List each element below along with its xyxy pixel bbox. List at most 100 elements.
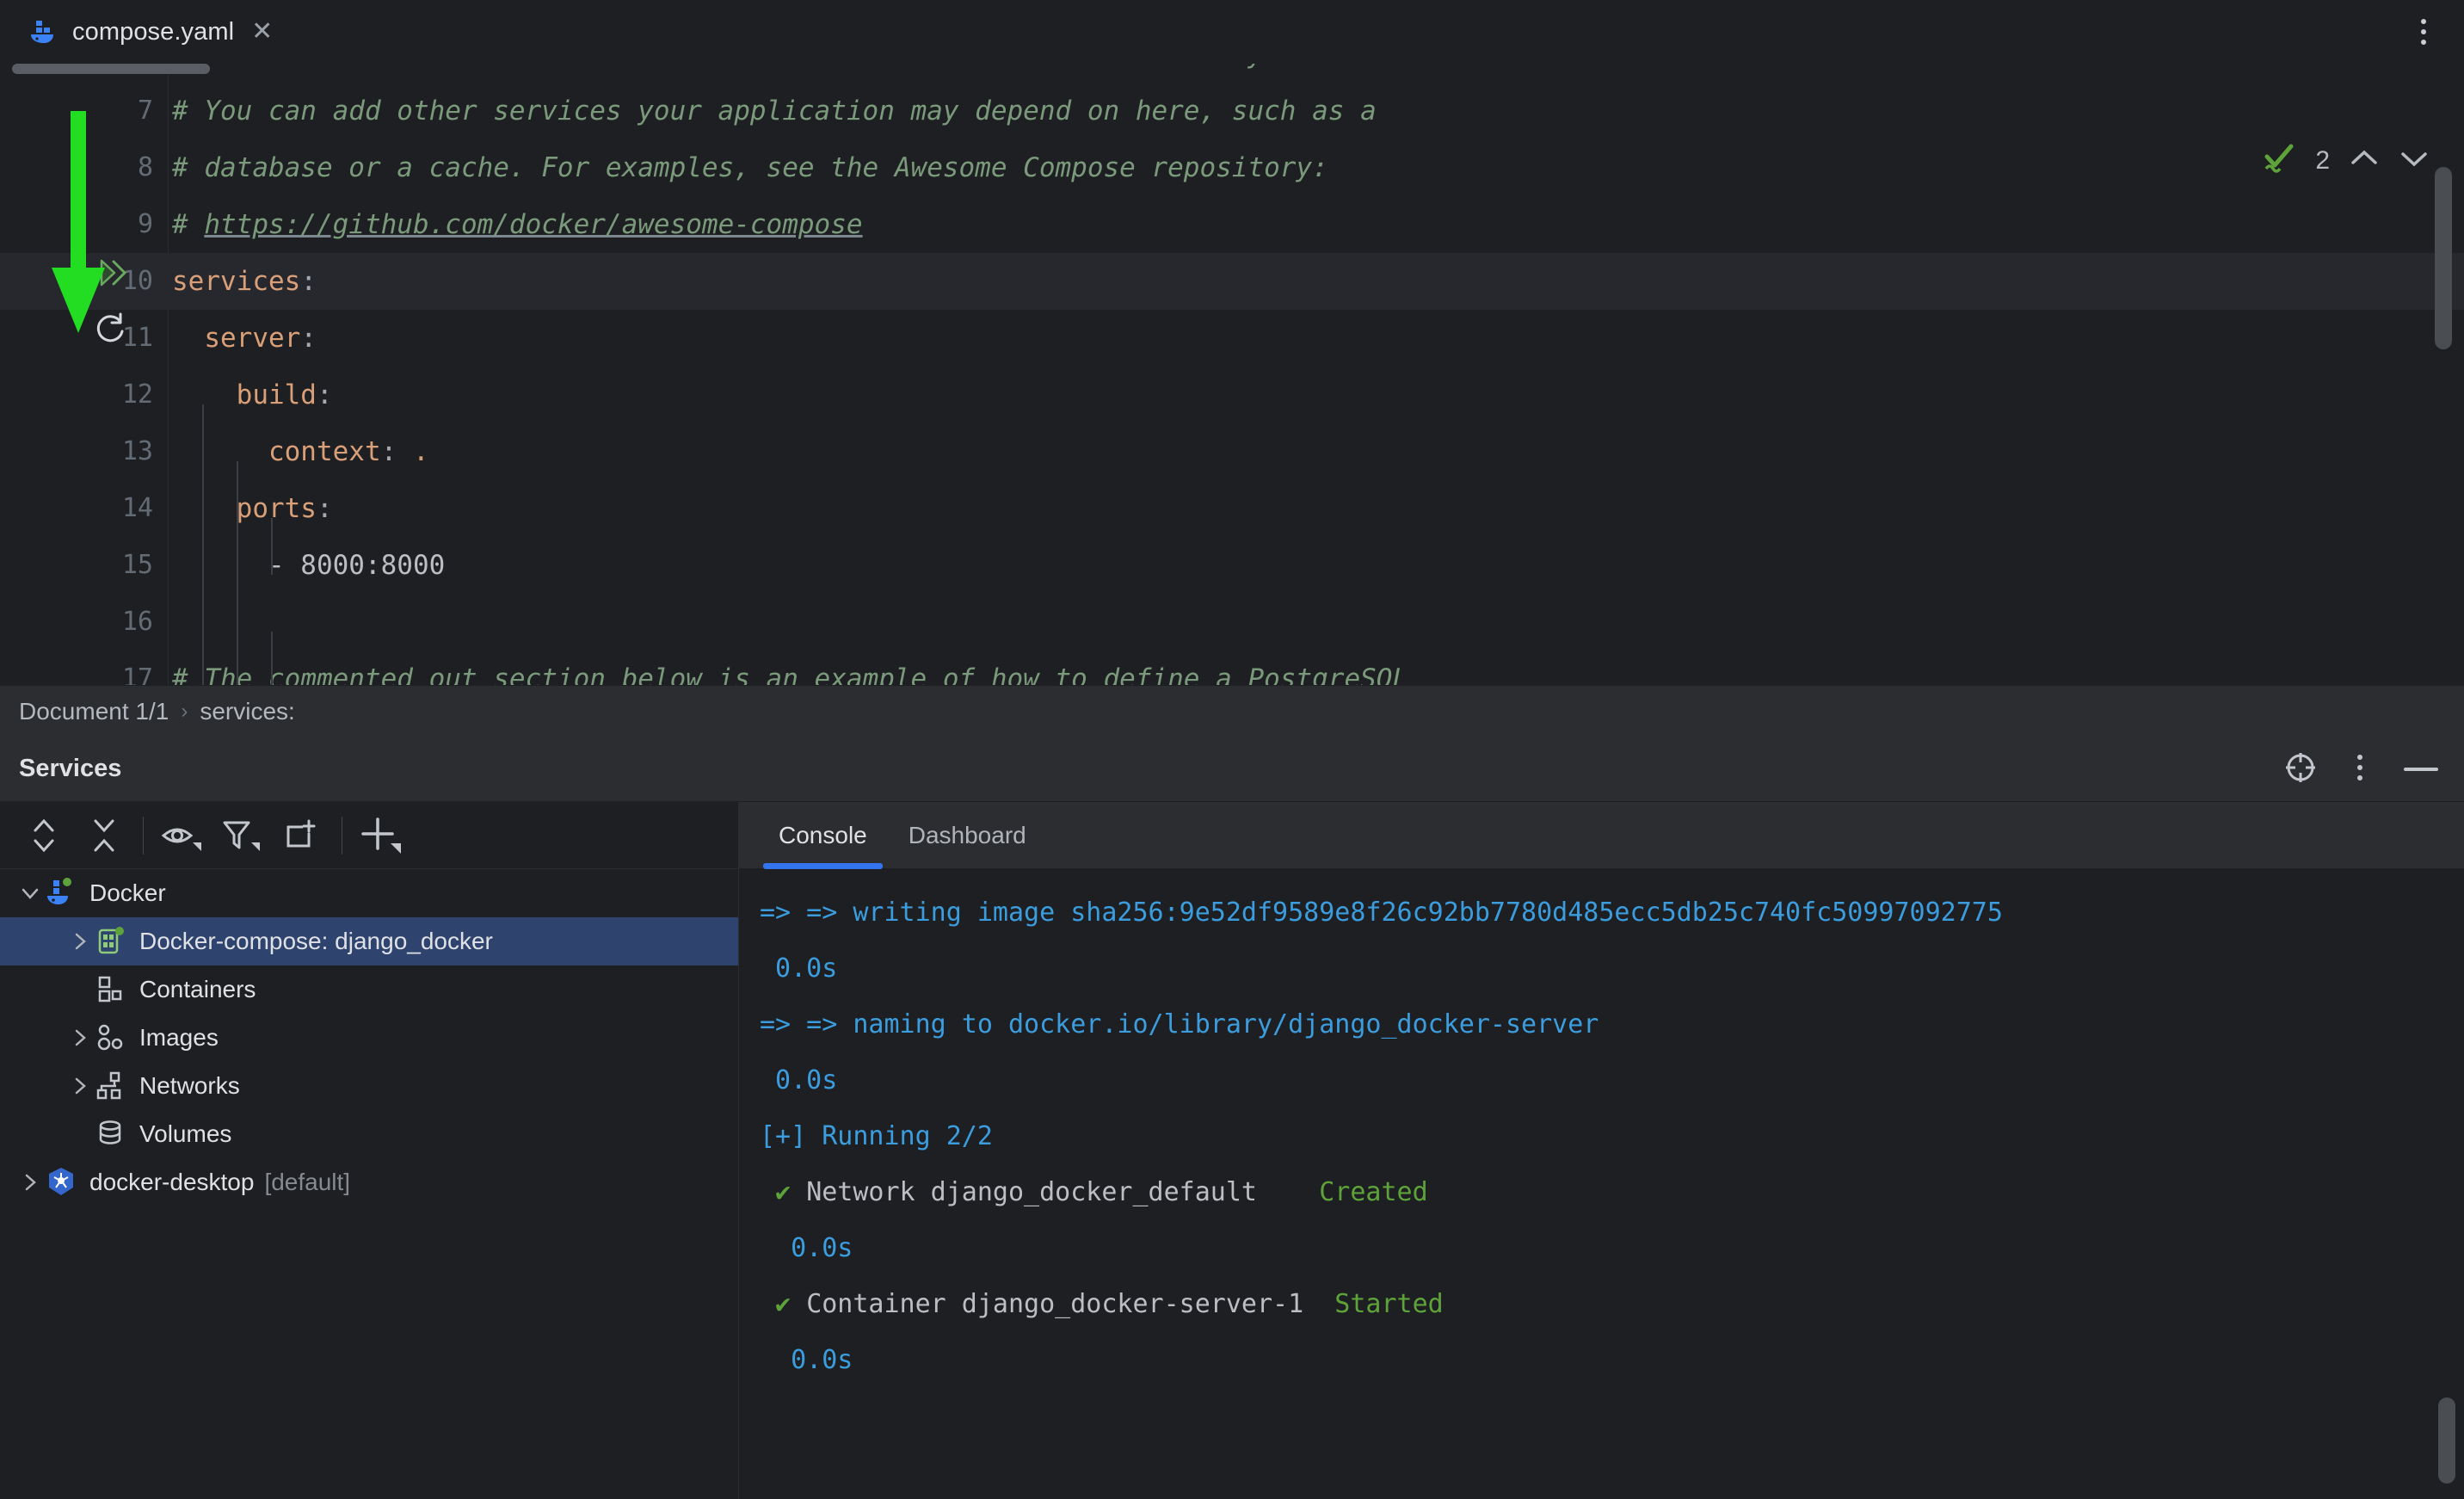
tree-item-label: Volumes <box>139 1120 231 1148</box>
code-text: - 8000:8000 <box>172 537 445 594</box>
services-tree-pane: DockerDocker-compose: django_docker Conta… <box>0 802 738 1499</box>
containers-icon <box>95 973 127 1006</box>
line-number: 9 <box>67 196 153 253</box>
code-line[interactable]: 8# database or a cache. For examples, se… <box>0 139 2464 196</box>
tree-item-containers[interactable]: Containers <box>0 965 738 1014</box>
add-service-icon[interactable] <box>351 802 411 869</box>
editor-vertical-scrollbar[interactable] <box>2433 64 2459 685</box>
console-line: [+] Running 2/2 <box>760 1108 2464 1164</box>
collapse-all-icon[interactable] <box>74 802 134 869</box>
line-number: 16 <box>67 594 153 651</box>
code-text: server: <box>172 310 317 367</box>
rerun-service-icon[interactable] <box>91 310 131 367</box>
code-line[interactable]: 12 build: <box>0 367 2464 423</box>
networks-icon <box>95 1070 127 1102</box>
minimize-icon[interactable] <box>2402 750 2440 789</box>
panel-header-actions <box>2283 737 2440 802</box>
console-output[interactable]: => => writing image sha256:9e52df9589e8f… <box>739 869 2464 1499</box>
code-line[interactable]: 9# https://github.com/docker/awesome-com… <box>0 196 2464 253</box>
console-line: 0.0s <box>760 941 2464 996</box>
inspection-ok-icon[interactable] <box>2262 143 2296 178</box>
tree-item-images[interactable]: Images <box>0 1014 738 1062</box>
console-line: => => naming to docker.io/library/django… <box>760 996 2464 1052</box>
tab-dashboard[interactable]: Dashboard <box>893 802 1042 869</box>
line-number: 6 <box>67 64 153 83</box>
breadcrumb-document[interactable]: Document 1/1 <box>19 698 169 725</box>
tree-item-context: [default] <box>264 1169 350 1196</box>
volumes-icon <box>95 1118 127 1150</box>
code-line[interactable]: 13 context: . <box>0 423 2464 480</box>
tree-item-label: docker-desktop <box>89 1169 254 1196</box>
expand-all-icon[interactable] <box>14 802 74 869</box>
tree-item-docker[interactable]: Docker <box>0 869 738 917</box>
tree-item-volumes[interactable]: Volumes <box>0 1110 738 1158</box>
code-line[interactable]: 10services: <box>0 253 2464 310</box>
console-line: 0.0s <box>760 1332 2464 1388</box>
editor-tab-bar: compose.yaml ✕ <box>0 0 2464 64</box>
console-tab-bar[interactable]: ConsoleDashboard <box>739 802 2464 869</box>
console-line: 0.0s <box>760 1220 2464 1276</box>
tree-item-networks[interactable]: Networks <box>0 1062 738 1110</box>
tree-item-docker-desktop[interactable]: docker-desktop [default] <box>0 1158 738 1206</box>
settings-target-icon[interactable] <box>2283 750 2318 789</box>
chevron-right-icon[interactable] <box>65 1071 95 1101</box>
code-line[interactable]: 15 - 8000:8000 <box>0 537 2464 594</box>
console-pane: ConsoleDashboard => => writing image sha… <box>739 802 2464 1499</box>
tree-item-label: Images <box>139 1024 219 1052</box>
console-line: ✔ Network django_docker_default Created <box>760 1164 2464 1220</box>
docker-whale-running-icon <box>45 877 77 910</box>
code-line[interactable]: 11 server: <box>0 310 2464 367</box>
run-compose-icon[interactable] <box>91 253 131 310</box>
code-text: # You can add other services your applic… <box>172 83 1377 139</box>
indent-guide <box>237 461 238 685</box>
show-hide-icon[interactable] <box>152 802 213 869</box>
code-line[interactable]: 14 ports: <box>0 480 2464 537</box>
kebab-menu-icon[interactable] <box>2354 750 2366 789</box>
kebab-menu-icon[interactable] <box>2409 17 2438 46</box>
code-line[interactable]: 7 # You can add other services your appli… <box>0 83 2464 139</box>
code-text: build: <box>172 367 333 423</box>
code-line[interactable]: 17# The commented out section below is a… <box>0 651 2464 685</box>
images-icon <box>95 1021 127 1054</box>
code-text: # The commented out section below is an … <box>172 651 1408 685</box>
prev-problem-icon[interactable] <box>2349 147 2380 174</box>
indent-guide <box>271 518 273 575</box>
chevron-right-icon[interactable] <box>65 1023 95 1052</box>
add-tab-icon[interactable] <box>273 802 333 869</box>
tree-item-docker-compose-django-docker[interactable]: Docker-compose: django_docker <box>0 917 738 965</box>
console-line: => => writing image sha256:9e52df9589e8f… <box>760 885 2464 941</box>
code-text: ports: <box>172 480 333 537</box>
console-scrollbar-thumb[interactable] <box>2438 1397 2455 1484</box>
code-text: context: . <box>172 423 429 480</box>
code-editor[interactable]: 6 # This service is built from the Docker… <box>0 64 2464 685</box>
tab-console[interactable]: Console <box>763 802 883 869</box>
close-icon[interactable]: ✕ <box>251 19 273 45</box>
breadcrumb[interactable]: Document 1/1 › services: <box>0 685 2464 737</box>
tab-label: compose.yaml <box>72 18 234 46</box>
tree-item-label: Containers <box>139 976 256 1003</box>
code-text: # This service is built from the Dockerf… <box>172 64 1280 83</box>
inspection-count: 2 <box>2315 146 2330 176</box>
chevron-down-icon[interactable] <box>15 879 45 908</box>
panel-title: Services <box>19 755 121 783</box>
chevron-right-icon[interactable] <box>15 1168 45 1197</box>
filter-icon[interactable] <box>213 802 273 869</box>
code-line[interactable]: 16 <box>0 594 2464 651</box>
tree-item-label: Networks <box>139 1072 240 1100</box>
inspection-widget[interactable]: 2 <box>2262 143 2430 178</box>
scrollbar-thumb[interactable] <box>2435 167 2452 349</box>
tab-compose-yaml[interactable]: compose.yaml ✕ <box>17 0 285 64</box>
compose-running-icon <box>95 925 127 958</box>
next-problem-icon[interactable] <box>2399 147 2430 174</box>
services-tree[interactable]: DockerDocker-compose: django_docker Conta… <box>0 869 738 1206</box>
code-line[interactable]: 6 # This service is built from the Docker… <box>0 64 2464 83</box>
chevron-right-icon[interactable] <box>65 927 95 956</box>
line-number: 12 <box>67 367 153 423</box>
chevron-right-icon: › <box>181 700 188 724</box>
line-number: 14 <box>67 480 153 537</box>
code-text: services: <box>172 253 317 310</box>
console-line: 0.0s <box>760 1052 2464 1108</box>
breadcrumb-node[interactable]: services: <box>200 698 294 725</box>
line-number: 13 <box>67 423 153 480</box>
line-number: 7 <box>67 83 153 139</box>
